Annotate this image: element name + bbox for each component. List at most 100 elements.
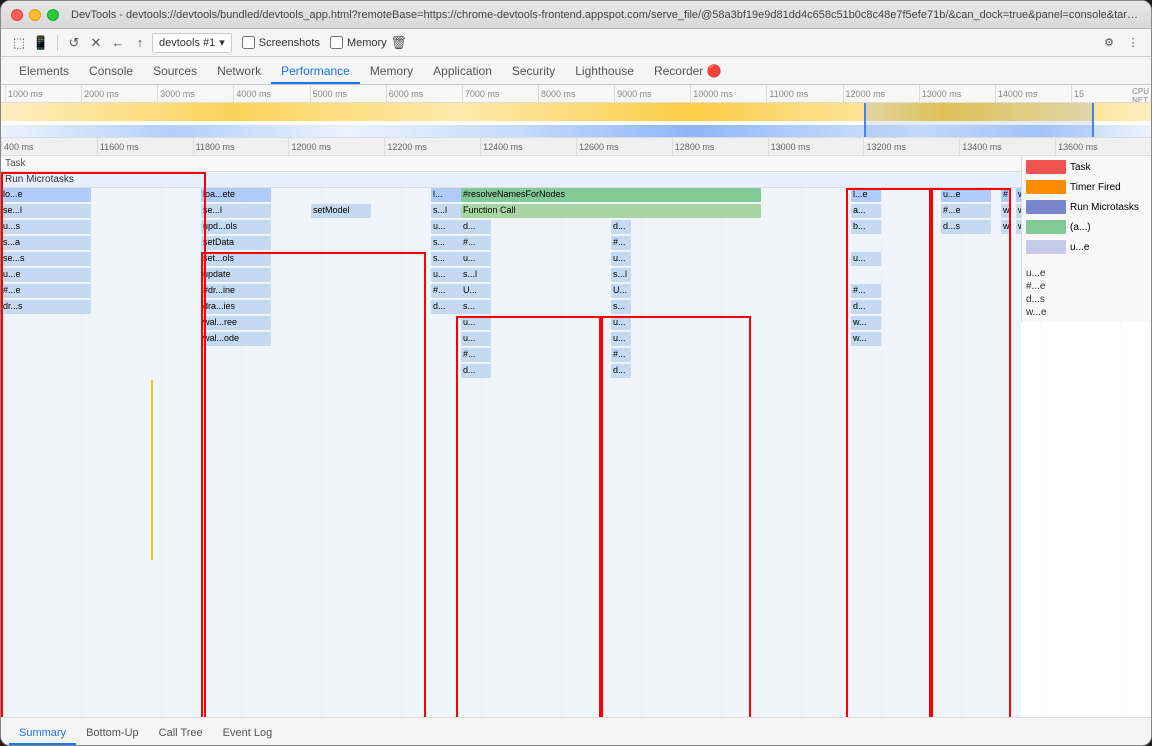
flame-block-u2[interactable]: u... [461, 252, 491, 266]
tab-sources[interactable]: Sources [143, 60, 207, 84]
flame-block-ses[interactable]: se...s [1, 252, 91, 266]
flame-block-u6[interactable]: U... [461, 284, 491, 298]
flame-block-w2[interactable]: w... [1001, 204, 1011, 218]
tab-recorder[interactable]: Recorder 🔴 [644, 60, 732, 84]
flame-chart[interactable]: Task Run Microtasks lo...e loa...ete l..… [1, 156, 1151, 717]
flame-block-sa[interactable]: s...a [1, 236, 91, 250]
flame-block-sl1[interactable]: s...l [461, 268, 491, 282]
flame-block-hashe[interactable]: #...e [1, 284, 91, 298]
flame-block-us[interactable]: u...s [1, 220, 91, 234]
reload-icon[interactable]: ↺ [64, 33, 84, 53]
forward-icon[interactable]: ↑ [130, 33, 150, 53]
flame-block-ds1[interactable]: d...s [941, 220, 991, 234]
device-select[interactable]: devtools #1 ▾ [152, 33, 232, 53]
back-icon[interactable]: ← [108, 33, 128, 53]
flame-block-walode[interactable]: wal...ode [201, 332, 271, 346]
flame-block-hash6[interactable]: #... [851, 284, 881, 298]
tab-memory[interactable]: Memory [360, 60, 423, 84]
flame-block-d5[interactable]: d... [461, 364, 491, 378]
tab-lighthouse[interactable]: Lighthouse [565, 60, 644, 84]
flame-block-u9[interactable]: u... [611, 316, 631, 330]
device-icon[interactable]: 📱 [31, 33, 51, 53]
flame-block-drline[interactable]: #dr...ine [201, 284, 271, 298]
ztick-13400: 13400 ms [959, 138, 1055, 155]
flame-block-w6[interactable]: w... [851, 332, 881, 346]
flame-block-setdata[interactable]: setData [201, 236, 271, 250]
flame-block-u3[interactable]: u... [611, 252, 631, 266]
tab-security[interactable]: Security [502, 60, 565, 84]
tab-elements[interactable]: Elements [9, 60, 79, 84]
flame-block-hash7[interactable]: #... [461, 348, 491, 362]
flame-row-12: d... d... [1, 364, 1021, 380]
minimize-button[interactable] [29, 9, 41, 21]
memory-check[interactable]: Memory [330, 36, 387, 49]
flame-block-b1[interactable]: b... [851, 220, 881, 234]
flame-block-a2[interactable]: a... [851, 204, 881, 218]
flame-block-se-l2[interactable]: se...l [201, 204, 271, 218]
screenshots-checkbox[interactable] [242, 36, 255, 49]
flame-block-hash3[interactable]: #... [461, 236, 491, 250]
flame-block-sl2[interactable]: s...l [611, 268, 631, 282]
flame-block-d3[interactable]: d... [431, 300, 461, 314]
settings-icon[interactable]: ⚙ [1099, 33, 1119, 53]
flame-block-u-s[interactable]: u... [431, 220, 461, 234]
flame-block-function-call[interactable]: Function Call [461, 204, 761, 218]
tab-network[interactable]: Network [207, 60, 271, 84]
flame-block-u1[interactable]: u...e [941, 188, 991, 202]
flame-block-u5[interactable]: u... [431, 268, 461, 282]
flame-block-u10[interactable]: u... [461, 332, 491, 346]
memory-checkbox[interactable] [330, 36, 343, 49]
flame-block-l[interactable]: l... [431, 188, 461, 202]
overview-bars[interactable] [1, 103, 1151, 138]
tab-event-log[interactable]: Event Log [213, 723, 283, 745]
inspect-icon[interactable]: ⬚ [9, 33, 29, 53]
flame-block-d2[interactable]: d... [611, 220, 631, 234]
flame-block-s6[interactable]: s... [611, 300, 631, 314]
flame-block-setols[interactable]: set...ols [201, 252, 271, 266]
flame-block-draies[interactable]: dra...ies [201, 300, 271, 314]
flame-block-d1[interactable]: d... [461, 220, 491, 234]
flame-block-s5[interactable]: s... [461, 300, 491, 314]
flame-block-drs[interactable]: dr...s [1, 300, 91, 314]
flame-block-hash1[interactable]: #... [1001, 188, 1011, 202]
tab-console[interactable]: Console [79, 60, 143, 84]
maximize-button[interactable] [47, 9, 59, 21]
flame-block-l2[interactable]: l...e [851, 188, 881, 202]
flame-block-s-l[interactable]: s...l [431, 204, 461, 218]
flame-block-u8[interactable]: u... [461, 316, 491, 330]
flame-block-d6[interactable]: d... [611, 364, 631, 378]
flame-block-loa-ete[interactable]: loa...ete [201, 188, 271, 202]
flame-block-hash2[interactable]: #...e [941, 204, 991, 218]
tab-summary[interactable]: Summary [9, 723, 76, 745]
flame-block-d4[interactable]: d... [851, 300, 881, 314]
flame-block-hash5[interactable]: #... [431, 284, 461, 298]
flame-block-ue[interactable]: u...e [1, 268, 91, 282]
flame-block-update[interactable]: update [201, 268, 271, 282]
close-button[interactable] [11, 9, 23, 21]
flame-block-s4[interactable]: s... [431, 252, 461, 266]
flame-block-hash8[interactable]: #... [611, 348, 631, 362]
tab-application[interactable]: Application [423, 60, 502, 84]
screenshots-check[interactable]: Screenshots [242, 36, 320, 49]
flame-block-s3[interactable]: s... [431, 236, 461, 250]
flame-block-updols[interactable]: upd...ols [201, 220, 271, 234]
trash-icon[interactable]: 🗑 [389, 33, 409, 53]
flame-block-u4[interactable]: u... [851, 252, 881, 266]
flame-block-u11[interactable]: u... [611, 332, 631, 346]
stop-icon[interactable]: ✕ [86, 33, 106, 53]
flame-block-w5[interactable]: w... [851, 316, 881, 330]
tab-performance[interactable]: Performance [271, 60, 360, 84]
flame-block-hash4[interactable]: #... [611, 236, 631, 250]
timeline-ruler[interactable]: 1000 ms 2000 ms 3000 ms 4000 ms 5000 ms … [1, 85, 1151, 103]
flame-block-lo-e[interactable]: lo...e [1, 188, 91, 202]
flame-block-u7[interactable]: U... [611, 284, 631, 298]
flame-block-se-l[interactable]: se...l [1, 204, 91, 218]
zoomed-ruler[interactable]: 400 ms 11600 ms 11800 ms 12000 ms 12200 … [1, 138, 1151, 156]
tab-bottom-up[interactable]: Bottom-Up [76, 723, 149, 745]
flame-block-w4[interactable]: w... [1001, 220, 1011, 234]
flame-block-resolve[interactable]: #resolveNamesForNodes [461, 188, 761, 202]
flame-block-walree[interactable]: wal...ree [201, 316, 271, 330]
more-icon[interactable]: ⋮ [1123, 33, 1143, 53]
flame-block-setModel[interactable]: setModel [311, 204, 371, 218]
tab-call-tree[interactable]: Call Tree [149, 723, 213, 745]
